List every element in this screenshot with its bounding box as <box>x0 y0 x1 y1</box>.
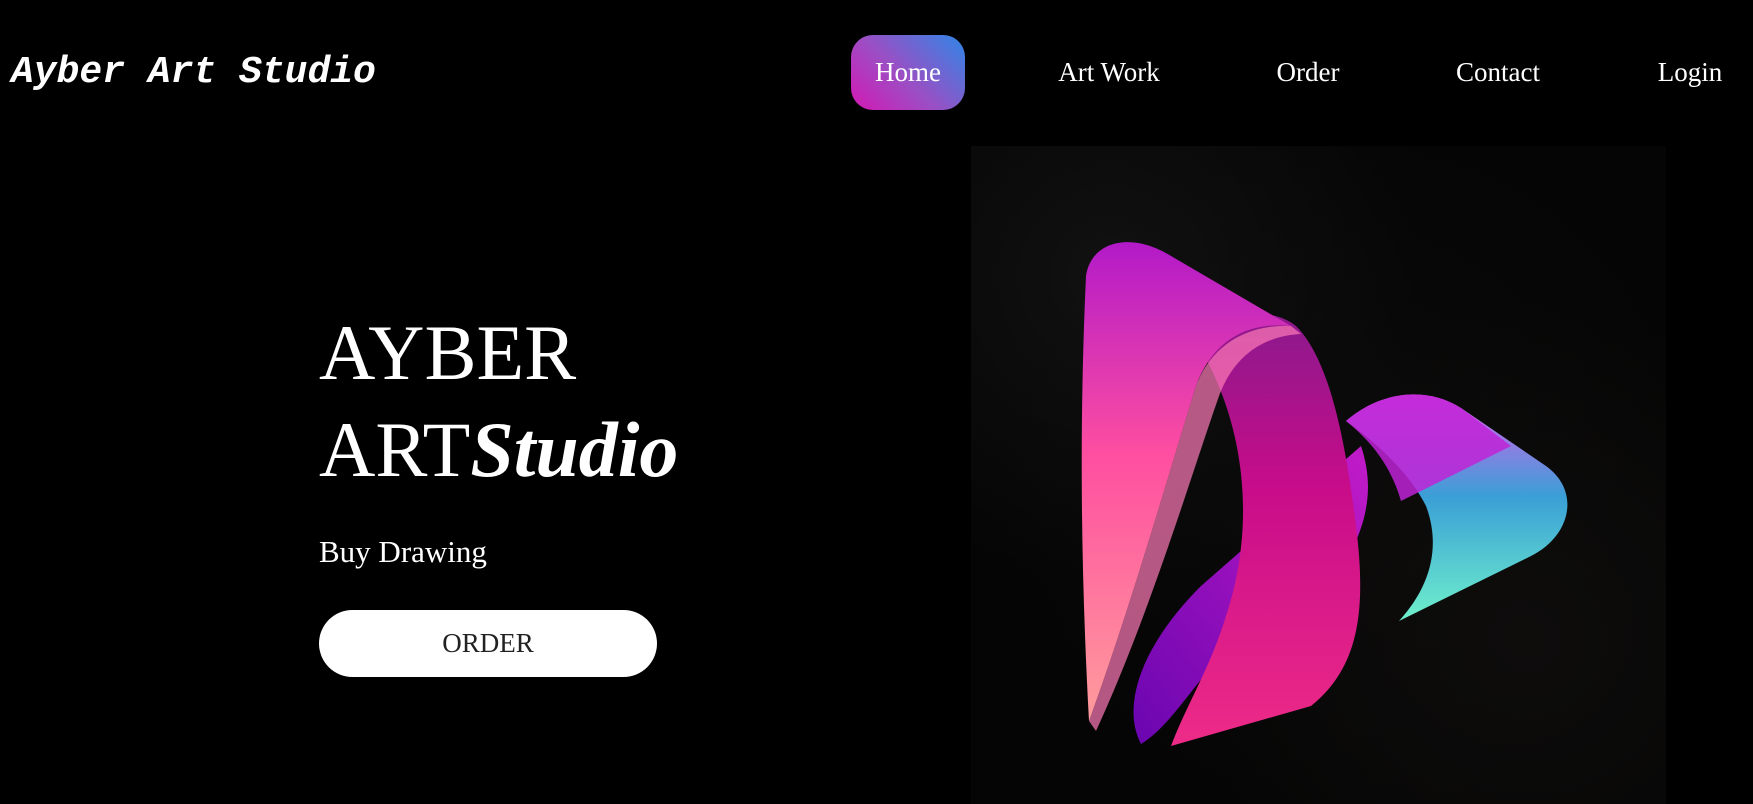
hero-title-art: ART <box>319 406 471 493</box>
nav-home[interactable]: Home <box>851 35 965 110</box>
hero-title-line1: AYBER <box>319 309 577 396</box>
nav-order[interactable]: Order <box>1265 35 1351 110</box>
hero-subtitle: Buy Drawing <box>319 534 487 569</box>
play-ribbon-logo-icon <box>1081 242 1568 746</box>
order-button[interactable]: ORDER <box>319 610 657 677</box>
brand-logo-text[interactable]: Ayber Art Studio <box>11 48 376 98</box>
hero-title-studio: Studio <box>470 406 679 493</box>
hero-title: AYBER ARTStudio <box>319 304 678 498</box>
nav-login[interactable]: Login <box>1651 35 1729 110</box>
site-header: Ayber Art Studio Home Art Work Order Con… <box>0 0 1753 145</box>
hero-logo-image <box>971 146 1666 804</box>
nav-contact[interactable]: Contact <box>1448 35 1548 110</box>
hero-title-line2: ARTStudio <box>319 401 678 498</box>
nav-art-work[interactable]: Art Work <box>1045 35 1173 110</box>
